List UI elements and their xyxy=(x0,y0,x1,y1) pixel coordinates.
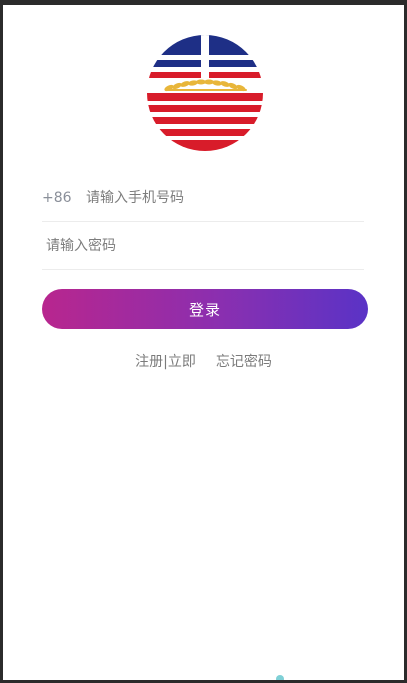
corner-dot-icon xyxy=(276,675,284,680)
phone-input[interactable] xyxy=(86,183,364,213)
striped-flag-wheat-logo-icon xyxy=(147,35,263,151)
forgot-password-link[interactable]: 忘记密码 xyxy=(216,351,272,371)
app-logo xyxy=(145,33,265,153)
password-input[interactable] xyxy=(42,231,364,261)
phone-field: +86 xyxy=(42,175,364,222)
password-field xyxy=(42,223,364,270)
auth-links: 注册|立即 忘记密码 xyxy=(3,351,404,371)
login-screen: +86 登录 注册|立即 忘记密码 xyxy=(3,5,404,680)
login-button[interactable]: 登录 xyxy=(42,289,368,329)
country-code[interactable]: +86 xyxy=(42,190,86,206)
register-link[interactable]: 注册|立即 xyxy=(135,351,196,371)
